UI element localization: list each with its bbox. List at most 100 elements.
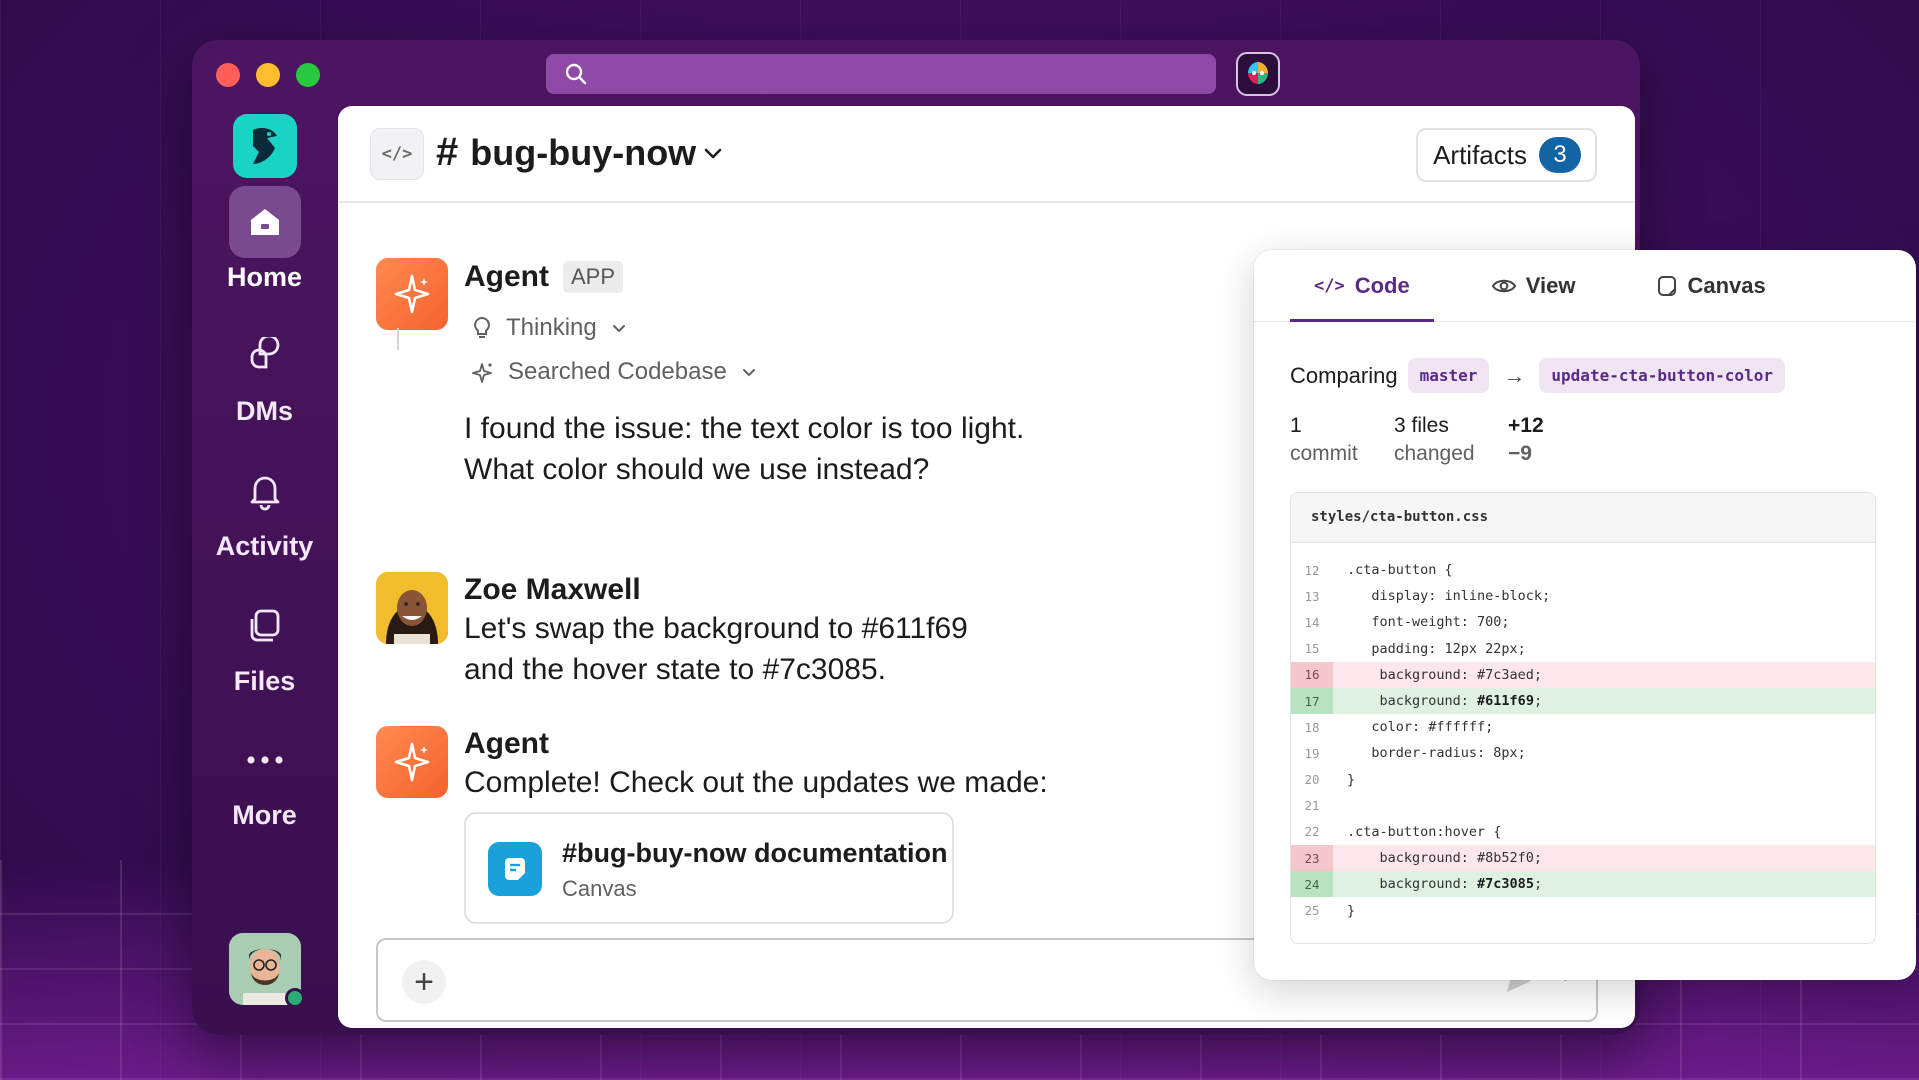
diff-line[interactable]: 15 padding: 12px 22px; (1291, 636, 1875, 662)
message-line: Complete! Check out the updates we made: (464, 766, 1048, 799)
branch-comparison: Comparing master → update-cta-button-col… (1290, 358, 1785, 393)
diff-file-name[interactable]: styles/cta-button.css (1291, 493, 1875, 543)
diff-line[interactable]: 25} (1291, 897, 1875, 923)
tab-label: View (1525, 273, 1576, 298)
dms-icon-wrap (229, 320, 301, 392)
comparing-label: Comparing (1290, 362, 1398, 388)
diff-line[interactable]: 19 border-radius: 8px; (1291, 740, 1875, 766)
tab-code[interactable]: </> Code (1290, 250, 1434, 322)
minimize-window-button[interactable] (256, 63, 280, 87)
search-icon (565, 63, 587, 85)
message-line: and the hover state to #7c3085. (464, 653, 886, 686)
diff-line[interactable]: 14 font-weight: 700; (1291, 609, 1875, 635)
app-tag: APP (563, 261, 624, 293)
line-number: 15 (1304, 641, 1320, 657)
ai-assistant-button[interactable] (1236, 52, 1280, 96)
diff-lines: 12 .cta-button { 13 display: inline-block;… (1291, 543, 1875, 924)
line-number: 25 (1304, 903, 1320, 919)
diff-line[interactable]: 23 background: #8b52f0; (1291, 845, 1875, 872)
code-icon: </> (381, 144, 413, 164)
tab-view[interactable]: View (1468, 250, 1600, 322)
workspace-logo[interactable] (233, 114, 297, 178)
maximize-window-button[interactable] (296, 63, 320, 87)
agent-avatar[interactable] (376, 726, 448, 798)
sidebar-item-label: Activity (215, 531, 314, 561)
sidebar-item-home[interactable]: Home (192, 186, 337, 293)
line-number: 13 (1304, 588, 1320, 604)
diff-line[interactable]: 22 .cta-button:hover { (1291, 819, 1875, 845)
line-code: } (1333, 772, 1355, 788)
diff-stats: 1 commit 3 files changed +12 −9 (1290, 414, 1544, 466)
channel-header: </> # bug-buy-now Artifacts 3 (338, 106, 1635, 203)
agent-avatar[interactable] (376, 258, 448, 330)
sidebar-item-files[interactable]: Files (192, 590, 337, 697)
add-attachment-button[interactable]: + (402, 960, 446, 1004)
diff-line[interactable]: 18 color: #ffffff; (1291, 714, 1875, 740)
sidebar-item-activity[interactable]: Activity (192, 455, 337, 562)
artifacts-label: Artifacts (1433, 139, 1527, 170)
base-branch-badge[interactable]: master (1407, 358, 1490, 393)
code-text: } (1347, 902, 1356, 919)
commit-stat: 1 commit (1290, 414, 1360, 466)
diff-line[interactable]: 20} (1291, 767, 1875, 793)
sender-name[interactable]: Agent (464, 727, 549, 761)
plus-icon: + (414, 963, 434, 1001)
diff-line[interactable]: 17 background: #611f69; (1291, 687, 1875, 715)
diff-line[interactable]: 12 .cta-button { (1291, 557, 1875, 583)
canvas-attachment-card[interactable]: #bug-buy-now documentation Canvas (464, 812, 954, 924)
line-code: padding: 12px 22px; (1333, 641, 1525, 657)
message-line: What color should we use instead? (464, 453, 930, 486)
line-code: font-weight: 700; (1333, 614, 1509, 630)
line-number: 22 (1304, 824, 1320, 840)
more-icon (246, 756, 283, 764)
line-code: border-radius: 8px; (1333, 745, 1525, 761)
additions-count: +12 (1508, 414, 1544, 437)
code-text: display: inline-block; (1347, 588, 1551, 605)
channel-title[interactable]: # bug-buy-now (436, 130, 724, 175)
diff-line[interactable]: 16 background: #7c3aed; (1291, 661, 1875, 688)
home-icon-wrap (228, 186, 301, 258)
artifact-panel: </> Code View Canvas Comparing master → … (1254, 250, 1916, 980)
line-number: 12 (1304, 562, 1320, 578)
code-tail: ; (1533, 693, 1543, 710)
channel-name: bug-buy-now (470, 131, 697, 173)
code-text: background: (1347, 693, 1478, 710)
code-text: } (1347, 771, 1356, 788)
line-number: 16 (1291, 661, 1333, 688)
line-code: background: #8b52f0; (1333, 850, 1543, 866)
app-window: Home DMs Activity Files More </> # bug-b… (192, 40, 1916, 1035)
close-window-button[interactable] (216, 63, 240, 87)
message-text: Let's swap the background to #611f69 and… (464, 608, 1064, 690)
code-highlight: #611f69 (1477, 693, 1534, 710)
code-toggle-button[interactable]: </> (370, 128, 424, 180)
sender-name[interactable]: Zoe Maxwell (464, 573, 641, 607)
line-number: 20 (1304, 772, 1320, 788)
zoe-avatar[interactable] (376, 572, 448, 644)
step-thinking[interactable]: Thinking (472, 306, 1064, 350)
ai-assistant-icon (1248, 62, 1268, 84)
diff-line[interactable]: 13 display: inline-block; (1291, 583, 1875, 609)
line-code: .cta-button:hover { (1333, 824, 1501, 840)
sparkle-icon (394, 742, 430, 782)
line-number: 23 (1291, 845, 1333, 872)
step-searched-codebase[interactable]: Searched Codebase (472, 350, 1064, 394)
sender-name[interactable]: Agent (464, 260, 549, 294)
line-number: 24 (1291, 871, 1333, 898)
search-input[interactable] (546, 54, 1216, 94)
code-text: color: #ffffff; (1347, 719, 1494, 736)
sidebar-item-more[interactable]: More (192, 724, 337, 831)
diff-line[interactable]: 21 (1291, 793, 1875, 819)
artifacts-button[interactable]: Artifacts 3 (1416, 128, 1597, 182)
files-count: 3 files (1394, 414, 1449, 437)
deletions-count: −9 (1508, 442, 1532, 465)
sidebar-item-dms[interactable]: DMs (192, 320, 337, 427)
code-text: .cta-button { (1347, 562, 1453, 579)
chevron-down-icon (612, 325, 625, 333)
tab-canvas[interactable]: Canvas (1633, 250, 1789, 322)
head-branch-badge[interactable]: update-cta-button-color (1539, 358, 1785, 393)
diff-line[interactable]: 24 background: #7c3085; (1291, 871, 1875, 898)
step-label: Thinking (506, 314, 597, 341)
code-text: background: #7c3aed; (1347, 666, 1543, 683)
line-code: display: inline-block; (1333, 588, 1550, 604)
message-text: I found the issue: the text color is too… (464, 408, 1064, 490)
